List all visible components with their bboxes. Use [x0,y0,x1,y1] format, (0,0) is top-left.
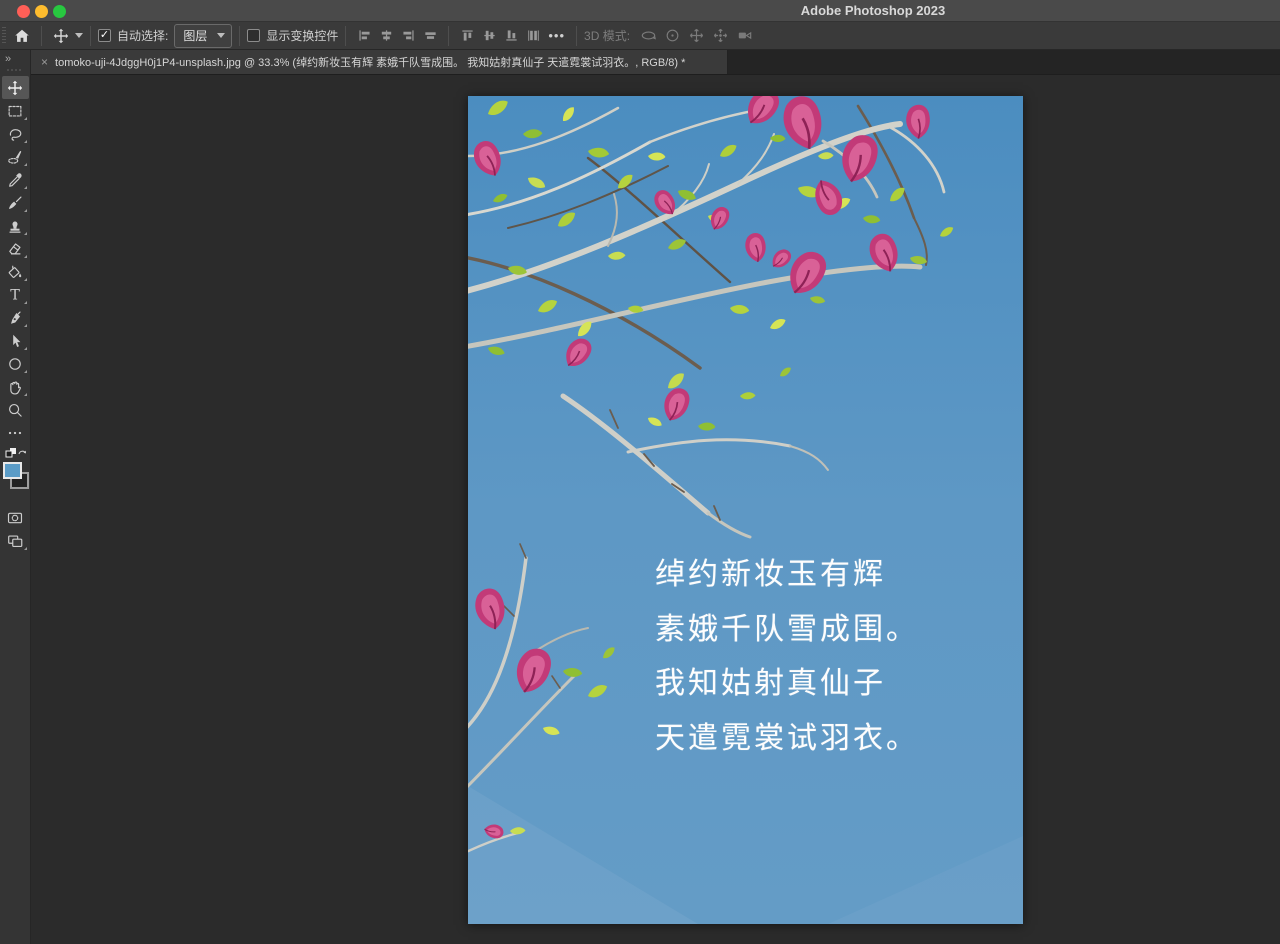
pen-tool[interactable] [2,306,29,329]
zoom-tool[interactable] [2,398,29,421]
move-tool-icon[interactable] [49,25,73,47]
ellipse-shape-tool[interactable] [2,352,29,375]
rectangular-marquee-tool[interactable] [2,99,29,122]
move-tool[interactable] [2,76,29,99]
close-tab-icon[interactable]: × [41,55,48,69]
document-canvas[interactable]: 绰约新妆玉有辉 素娥千队雪成围。 我知姑射真仙子 天遣霓裳试羽衣。 [468,96,1023,924]
document-tab[interactable]: × tomoko-uji-4JdggH0j1P4-unsplash.jpg @ … [31,50,728,74]
lasso-tool[interactable] [2,122,29,145]
type-tool-glyph: T [10,287,20,303]
align-middles-icon[interactable] [478,25,500,47]
brush-tool[interactable] [2,191,29,214]
poem-text-layer[interactable]: 绰约新妆玉有辉 素娥千队雪成围。 我知姑射真仙子 天遣霓裳试羽衣。 [655,548,919,766]
clone-stamp-tool[interactable] [2,214,29,237]
minimize-window-button[interactable] [35,5,48,18]
distribute-vertical-icon[interactable] [522,25,544,47]
divider [239,26,240,46]
document-tab-title: tomoko-uji-4JdggH0j1P4-unsplash.jpg @ 33… [55,54,685,70]
home-icon[interactable] [10,25,34,47]
canvas-area[interactable]: 绰约新妆玉有辉 素娥千队雪成围。 我知姑射真仙子 天遣霓裳试羽衣。 [31,75,1280,944]
auto-select-target-value: 图层 [183,27,207,44]
color-controls [2,446,29,460]
poem-line-3: 我知姑射真仙子 [655,657,919,712]
auto-select-target-dropdown[interactable]: 图层 [174,24,232,48]
collapse-panel-button[interactable]: » [0,50,30,65]
tool-preset-caret-icon[interactable] [75,33,83,38]
titlebar: Adobe Photoshop 2023 [0,0,1280,22]
mode-3d-label: 3D 模式: [584,27,630,44]
align-horizontal-centers-icon[interactable] [375,25,397,47]
poem-line-2: 素娥千队雪成围。 [655,603,919,658]
object-selection-tool[interactable] [2,145,29,168]
chevron-down-icon [217,33,225,38]
window-title: Adobe Photoshop 2023 [801,3,945,18]
divider [576,26,577,46]
options-bar-grip[interactable] [2,27,6,45]
edit-toolbar-button[interactable] [2,421,29,444]
screen-mode-button[interactable] [2,529,29,552]
paint-bucket-tool[interactable] [2,260,29,283]
quick-mask-button[interactable] [2,506,29,529]
align-vertical-centers-icon[interactable] [419,25,441,47]
divider [345,26,346,46]
zoom-window-button[interactable] [53,5,66,18]
pan-3d-icon[interactable] [684,25,708,47]
poem-line-1: 绰约新妆玉有辉 [655,548,919,603]
roll-3d-icon[interactable] [660,25,684,47]
slide-3d-icon[interactable] [708,25,732,47]
align-left-edges-icon[interactable] [353,25,375,47]
show-transform-label: 显示变换控件 [266,27,338,44]
swap-colors-icon[interactable] [19,451,26,454]
options-bar: 自动选择: 图层 显示变换控件 ••• 3D 模式: [0,22,1280,50]
tools-panel-grip[interactable] [7,69,23,71]
foreground-color-swatch[interactable] [3,462,22,479]
sky-background [468,96,1023,924]
type-tool[interactable]: T [2,283,29,306]
align-top-edges-icon[interactable] [456,25,478,47]
align-right-edges-icon[interactable] [397,25,419,47]
divider [90,26,91,46]
photoshop-window: Adobe Photoshop 2023 自动选择: 图层 显示变换控件 [0,0,1280,944]
divider [41,26,42,46]
tools-panel: » T [0,50,31,944]
more-options-button[interactable]: ••• [544,28,569,43]
eyedropper-tool[interactable] [2,168,29,191]
auto-select-label: 自动选择: [117,27,168,44]
eraser-tool[interactable] [2,237,29,260]
poem-line-4: 天遣霓裳试羽衣。 [655,712,919,767]
path-selection-tool[interactable] [2,329,29,352]
show-transform-checkbox[interactable] [247,29,260,42]
close-window-button[interactable] [17,5,30,18]
tab-bar: × tomoko-uji-4JdggH0j1P4-unsplash.jpg @ … [31,50,1280,75]
align-bottom-edges-icon[interactable] [500,25,522,47]
dolly-camera-3d-icon[interactable] [732,25,756,47]
hand-tool[interactable] [2,375,29,398]
divider [448,26,449,46]
photo-magnolia-sky [468,96,1023,924]
orbit-3d-icon[interactable] [636,25,660,47]
default-colors-icon[interactable] [6,448,16,457]
auto-select-checkbox[interactable] [98,29,111,42]
